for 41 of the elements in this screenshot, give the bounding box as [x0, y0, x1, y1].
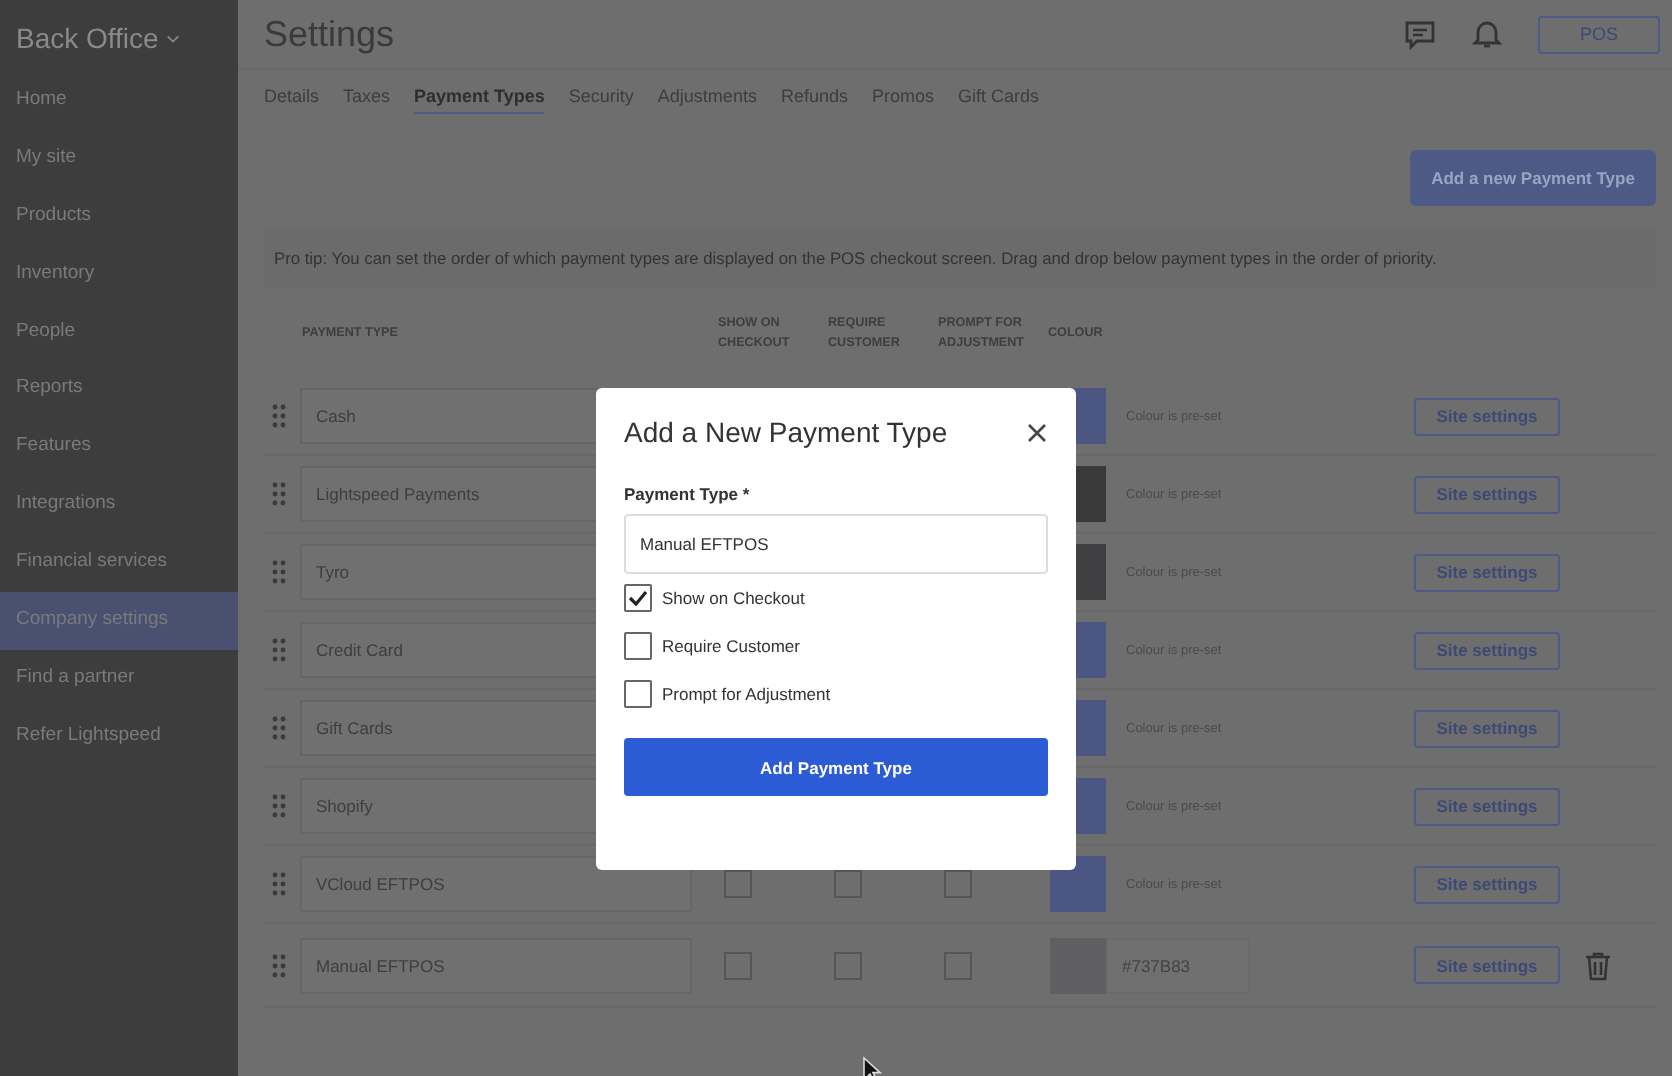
drag-handle-icon[interactable] [272, 716, 286, 740]
drag-handle-icon[interactable] [272, 872, 286, 896]
drag-handle-icon[interactable] [272, 638, 286, 662]
sidebar-item[interactable]: My site [0, 129, 238, 188]
pro-tip-text: Pro tip: You can set the order of which payment types are displayed on the POS checkout screen. Drag and drop below payment types in the order of priority. [274, 248, 1437, 268]
sidebar-item[interactable]: Features [0, 418, 238, 477]
sidebar-item[interactable]: Refer Lightspeed [0, 707, 238, 766]
sidebar-item[interactable]: Reports [0, 360, 238, 419]
payment-type-input[interactable]: Manual EFTPOS [624, 514, 1048, 574]
back-office-menu[interactable]: Back Office [0, 16, 197, 60]
checkbox[interactable] [944, 870, 972, 898]
sidebar-item[interactable]: Integrations [0, 476, 238, 535]
drag-handle-icon[interactable] [272, 953, 286, 977]
checkbox[interactable] [834, 951, 862, 979]
sidebar-item[interactable]: People [0, 303, 238, 361]
tab[interactable]: Payment Types [414, 80, 545, 114]
checkbox[interactable] [624, 632, 652, 660]
sidebar-item[interactable]: Home [0, 72, 238, 130]
drag-handle-icon[interactable] [272, 404, 286, 428]
trash-icon[interactable] [1584, 949, 1612, 981]
mouse-pointer-icon [862, 1056, 882, 1076]
add-payment-type-button[interactable]: Add a new Payment Type [1410, 150, 1656, 206]
sidebar-item[interactable]: Inventory [0, 245, 238, 304]
chat-icon[interactable] [1404, 19, 1436, 49]
bell-icon[interactable] [1472, 18, 1502, 50]
checkbox[interactable] [724, 870, 752, 898]
drag-handle-icon[interactable] [272, 482, 286, 506]
close-icon[interactable] [1028, 423, 1046, 441]
sidebar-item[interactable]: Financial services [0, 534, 238, 593]
sidebar-item[interactable]: Products [0, 187, 238, 246]
sidebar-item[interactable]: Find a partner [0, 649, 238, 708]
checkbox-label: Prompt for Adjustment [662, 684, 831, 704]
checkbox[interactable] [624, 680, 652, 708]
checkbox[interactable] [624, 584, 652, 612]
add-payment-type-submit-button[interactable]: Add Payment Type [624, 738, 1048, 796]
checkbox[interactable] [724, 951, 752, 979]
drag-handle-icon[interactable] [272, 560, 286, 584]
checkbox[interactable] [944, 951, 972, 979]
drag-handle-icon[interactable] [272, 794, 286, 818]
checkbox[interactable] [834, 870, 862, 898]
chevron-down-icon [166, 33, 181, 43]
